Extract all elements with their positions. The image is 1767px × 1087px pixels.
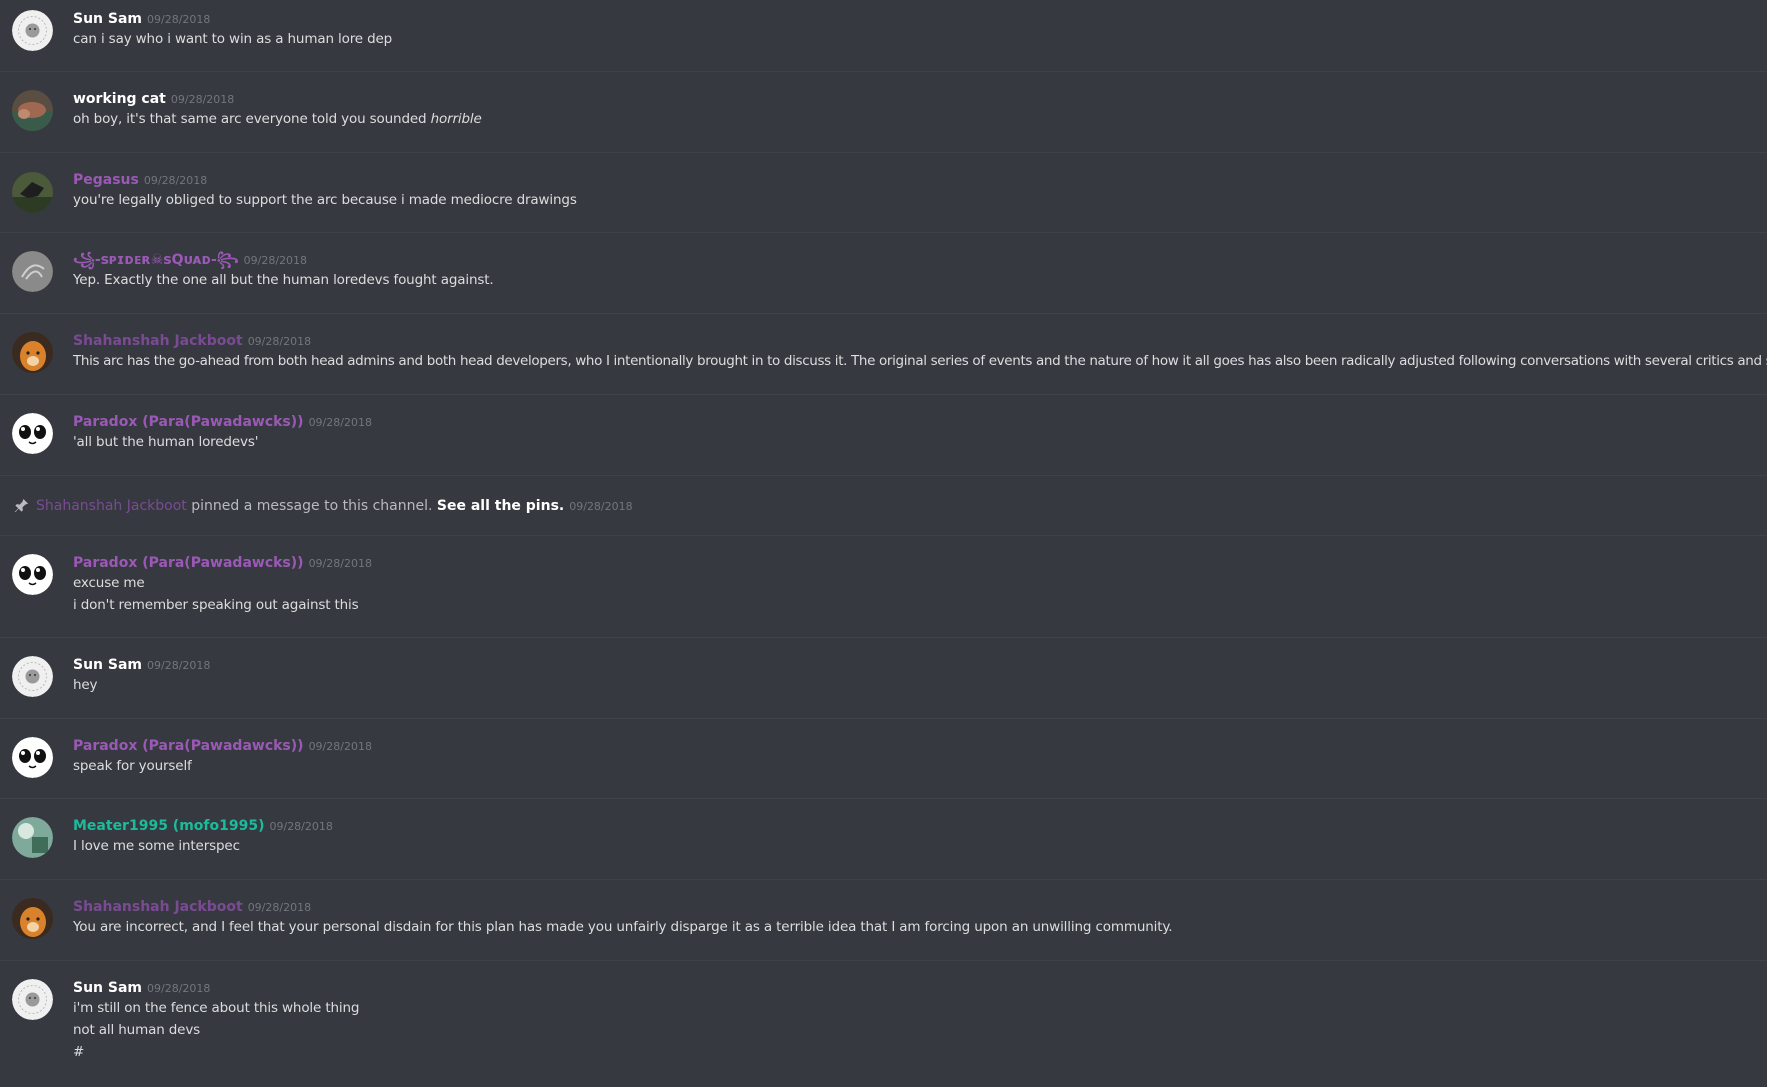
username[interactable]: Shahanshah Jackboot [73,899,243,915]
message-text: 'all but the human loredevs' [73,434,259,450]
message-text: # [73,1044,85,1060]
message-text: not all human devs [73,1022,201,1038]
message-text: Yep. Exactly the one all but the human l… [73,272,494,288]
username[interactable]: Shahanshah Jackboot [73,333,243,349]
pin-icon [14,498,29,513]
timestamp: 09/28/2018 [269,820,333,833]
timestamp: 09/28/2018 [569,500,633,513]
system-message-text: pinned a message to this channel. [186,498,437,514]
message-text: i'm still on the fence about this whole … [73,1000,360,1016]
message-text: excuse me [73,575,145,591]
username[interactable]: Meater1995 (mofo1995) [73,818,264,834]
avatar-shahanshah-jackboot[interactable] [12,332,53,373]
message-text: This arc has the go-ahead from both head… [73,353,1767,369]
avatar-spider-squad[interactable] [12,251,53,292]
username[interactable]: Sun Sam [73,657,142,673]
avatar-sun-sam[interactable] [12,10,53,51]
system-message-pin: Shahanshah Jackboot pinned a message to … [0,476,1767,536]
message: Paradox (Para(Pawadawcks)) 09/28/2018 exc… [0,536,1767,638]
system-message-user[interactable]: Shahanshah Jackboot [36,498,187,514]
username[interactable]: Pegasus [73,172,139,188]
message: Meater1995 (mofo1995) 09/28/2018 I love m… [0,799,1767,880]
message: working cat 09/28/2018 oh boy, it's that … [0,72,1767,153]
username[interactable]: Paradox (Para(Pawadawcks)) [73,555,304,571]
message: Paradox (Para(Pawadawcks)) 09/28/2018 'al… [0,395,1767,476]
message-text-italic: horrible [430,111,482,127]
message: Shahanshah Jackboot 09/28/2018 This arc h… [0,314,1767,395]
chat-messages: Sun Sam 09/28/2018 can i say who i want t… [0,0,1767,1087]
timestamp: 09/28/2018 [170,93,235,106]
message: Sun Sam 09/28/2018 i'm still on the fence… [0,961,1767,1087]
username[interactable]: ꧁-ꜱᴘɪᴅᴇʀ☠ꜱQᴜᴀᴅ-꧂ [73,252,239,268]
avatar-pegasus[interactable] [12,172,53,213]
timestamp: 09/28/2018 [308,416,372,429]
message-text: can i say who i want to win as a human l… [73,31,393,47]
avatar-shahanshah-jackboot[interactable] [12,898,53,939]
avatar-sun-sam[interactable] [12,656,53,697]
message: Pegasus 09/28/2018 you're legally obliged… [0,153,1767,233]
timestamp: 09/28/2018 [143,174,208,187]
timestamp: 09/28/2018 [308,557,372,570]
message: ꧁-ꜱᴘɪᴅᴇʀ☠ꜱQᴜᴀᴅ-꧂ 09/28/2018 Yep. Exactly … [0,233,1767,314]
message: Sun Sam 09/28/2018 hey [0,638,1767,719]
username[interactable]: working cat [73,91,166,107]
avatar-sun-sam[interactable] [12,979,53,1020]
timestamp: 09/28/2018 [147,13,211,26]
message-text: you're legally obliged to support the ar… [73,192,577,208]
timestamp: 09/28/2018 [147,659,211,672]
timestamp: 09/28/2018 [308,740,372,753]
avatar-meater1995[interactable] [12,817,53,858]
timestamp: 09/28/2018 [147,982,211,995]
message: Paradox (Para(Pawadawcks)) 09/28/2018 spe… [0,719,1767,799]
message-text: oh boy, it's that same arc everyone told… [73,108,1767,130]
message: Shahanshah Jackboot 09/28/2018 You are in… [0,880,1767,961]
message: Sun Sam 09/28/2018 can i say who i want t… [0,0,1767,72]
avatar-paradox[interactable] [12,413,53,454]
username[interactable]: Paradox (Para(Pawadawcks)) [73,738,304,754]
message-text: i don't remember speaking out against th… [73,597,359,613]
message-text: hey [73,677,98,693]
timestamp: 09/28/2018 [243,254,308,267]
avatar-working-cat[interactable] [12,90,53,131]
message-text: speak for yourself [73,758,192,774]
message-text-plain: oh boy, it's that same arc everyone told… [73,111,431,127]
timestamp: 09/28/2018 [247,335,312,348]
message-text: I love me some interspec [73,838,240,854]
username[interactable]: Paradox (Para(Pawadawcks)) [73,414,304,430]
avatar-paradox[interactable] [12,737,53,778]
see-all-pins-link[interactable]: See all the pins. [437,498,564,514]
username[interactable]: Sun Sam [73,11,142,27]
message-text: You are incorrect, and I feel that your … [73,919,1173,935]
avatar-paradox[interactable] [12,554,53,595]
timestamp: 09/28/2018 [247,901,312,914]
username[interactable]: Sun Sam [73,980,142,996]
